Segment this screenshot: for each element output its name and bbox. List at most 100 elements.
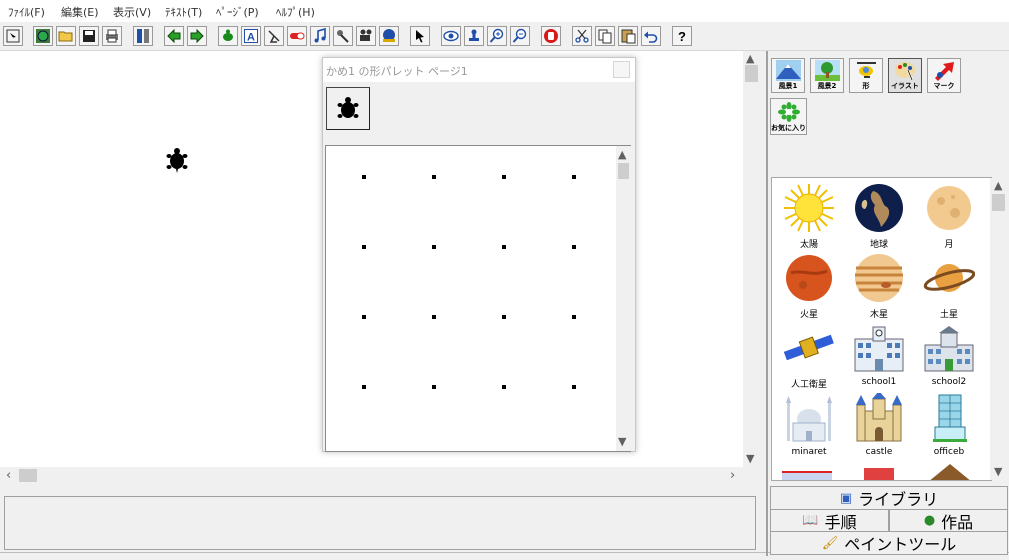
library-item-sun[interactable]: 太陽	[774, 183, 844, 250]
capsule-icon[interactable]	[287, 26, 307, 46]
library-item-partial[interactable]	[864, 468, 894, 480]
tab-landscape1[interactable]: 風景1	[771, 58, 805, 93]
movie-camera-icon[interactable]	[356, 26, 376, 46]
menu-text[interactable]: ﾃｷｽﾄ(T)	[165, 4, 202, 20]
menu-page[interactable]: ﾍﾟｰｼﾞ(P)	[216, 4, 259, 20]
library-item-school2[interactable]: school2	[914, 323, 984, 387]
library-item-mars[interactable]: 火星	[774, 253, 844, 320]
library-item-saturn[interactable]: 土星	[914, 253, 984, 320]
library-button[interactable]: ▣ ライブラリ	[770, 486, 1008, 510]
tab-landscape2[interactable]: 風景2	[810, 58, 844, 93]
paint-tool-button[interactable]: 🖌 ペイントツール	[770, 531, 1008, 555]
print-icon[interactable]	[102, 26, 122, 46]
library-item-moon[interactable]: 月	[914, 183, 984, 250]
library-item-partial[interactable]	[782, 471, 832, 480]
panel-divider[interactable]	[766, 51, 768, 556]
empty-slot[interactable]	[362, 385, 366, 389]
scroll-thumb[interactable]	[992, 194, 1005, 211]
scroll-thumb[interactable]	[618, 163, 629, 179]
undo-icon[interactable]	[641, 26, 661, 46]
copy-icon[interactable]	[595, 26, 615, 46]
library-item-jupiter[interactable]: 木星	[844, 253, 914, 320]
empty-slot[interactable]	[502, 175, 506, 179]
stop-hand-icon[interactable]	[541, 26, 561, 46]
select-arrow-icon[interactable]	[410, 26, 430, 46]
zoom-out-icon[interactable]	[510, 26, 530, 46]
library-item-earth[interactable]: 地球	[844, 183, 914, 250]
library-item-officeb[interactable]: officeb	[914, 393, 984, 457]
library-item-partial[interactable]	[928, 464, 972, 480]
steps-button[interactable]: 📖 手順	[770, 509, 889, 532]
library-panel[interactable]: 太陽 地球 月 火星 木星 土星 人工衛星 school1 school2 mi…	[771, 177, 992, 481]
microphone-icon[interactable]	[333, 26, 353, 46]
empty-slot[interactable]	[362, 315, 366, 319]
empty-slot[interactable]	[502, 385, 506, 389]
scroll-right-arrow[interactable]: ›	[730, 469, 735, 482]
scroll-thumb[interactable]	[745, 65, 758, 82]
shape-slots-grid[interactable]: ▲ ▼	[325, 145, 631, 452]
save-icon[interactable]	[79, 26, 99, 46]
next-page-icon[interactable]	[187, 26, 207, 46]
palette-scrollbar[interactable]: ▲ ▼	[616, 146, 631, 451]
favorites-button[interactable]: お気に入り	[770, 98, 807, 135]
help-icon[interactable]: ?	[672, 26, 692, 46]
menu-edit[interactable]: 編集(E)	[61, 4, 99, 20]
scroll-up-arrow[interactable]: ▲	[618, 149, 626, 161]
prev-page-icon[interactable]	[164, 26, 184, 46]
library-scrollbar[interactable]: ▲ ▼	[990, 178, 1007, 480]
music-note-icon[interactable]	[310, 26, 330, 46]
item-label: castle	[865, 447, 893, 457]
scroll-thumb[interactable]	[19, 469, 37, 482]
text-box-icon[interactable]: A	[241, 26, 261, 46]
library-item-castle[interactable]: castle	[844, 391, 914, 457]
paste-icon[interactable]	[618, 26, 638, 46]
library-item-satellite[interactable]: 人工衛星	[774, 323, 844, 390]
cut-icon[interactable]	[572, 26, 592, 46]
scroll-down-arrow[interactable]: ▼	[994, 466, 1002, 478]
empty-slot[interactable]	[572, 315, 576, 319]
globe-icon[interactable]	[33, 26, 53, 46]
palette-title-bar[interactable]: かめ1 の形パレット ページ1	[323, 58, 635, 82]
empty-slot[interactable]	[432, 315, 436, 319]
scroll-up-arrow[interactable]: ▲	[746, 53, 754, 65]
tab-shapes[interactable]: 形	[849, 58, 883, 93]
current-shape-button[interactable]	[326, 87, 370, 130]
empty-slot[interactable]	[362, 175, 366, 179]
tab-illustration[interactable]: イラスト	[888, 58, 922, 93]
scroll-up-arrow[interactable]: ▲	[994, 180, 1002, 192]
menu-view[interactable]: 表示(V)	[113, 4, 151, 20]
empty-slot[interactable]	[432, 175, 436, 179]
empty-slot[interactable]	[502, 315, 506, 319]
main-vertical-scrollbar[interactable]: ▲ ▼	[743, 51, 760, 467]
network-globe-icon[interactable]	[379, 26, 399, 46]
paint-tool-label: ペイントツール	[844, 535, 957, 554]
library-item-school1[interactable]: school1	[844, 323, 914, 387]
palette-close-button[interactable]	[613, 61, 630, 78]
tab-marks[interactable]: マーク	[927, 58, 961, 93]
empty-slot[interactable]	[432, 245, 436, 249]
library-item-minaret[interactable]: minaret	[774, 393, 844, 457]
office-building-icon	[933, 394, 967, 442]
eye-icon[interactable]	[441, 26, 461, 46]
scroll-left-arrow[interactable]: ‹	[6, 469, 11, 482]
zoom-in-icon[interactable]	[487, 26, 507, 46]
scroll-down-arrow[interactable]: ▼	[746, 453, 754, 465]
main-horizontal-scrollbar[interactable]: ‹ ›	[0, 467, 743, 484]
works-button[interactable]: ● 作品	[889, 509, 1008, 532]
menu-help[interactable]: ﾍﾙﾌﾟ(H)	[276, 4, 315, 20]
pointer-mode-icon[interactable]	[3, 26, 23, 46]
turtle-add-icon[interactable]	[218, 26, 238, 46]
empty-slot[interactable]	[362, 245, 366, 249]
page-list-icon[interactable]	[133, 26, 153, 46]
scroll-down-arrow[interactable]: ▼	[618, 436, 626, 448]
turtle-icon[interactable]	[166, 147, 188, 173]
menu-file[interactable]: ﾌｧｲﾙ(F)	[8, 4, 45, 20]
open-folder-icon[interactable]	[56, 26, 76, 46]
stamp-icon[interactable]	[464, 26, 484, 46]
empty-slot[interactable]	[502, 245, 506, 249]
antenna-icon[interactable]	[264, 26, 284, 46]
empty-slot[interactable]	[572, 245, 576, 249]
empty-slot[interactable]	[572, 385, 576, 389]
empty-slot[interactable]	[432, 385, 436, 389]
empty-slot[interactable]	[572, 175, 576, 179]
